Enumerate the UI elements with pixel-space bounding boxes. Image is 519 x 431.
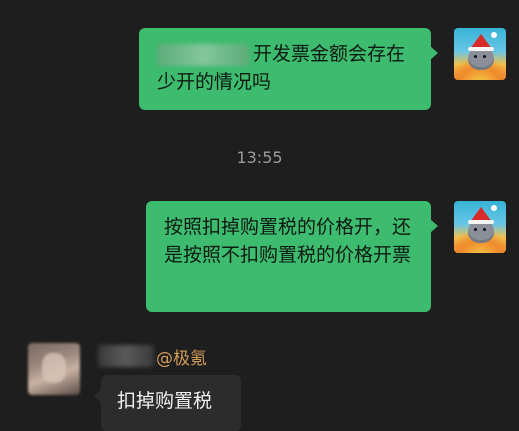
message-text: 按照扣掉购置税的价格开，还是按照不扣购置税的价格开票 bbox=[164, 216, 412, 266]
sent-message-bubble[interactable]: 开发票金额会存在少开的情况吗 bbox=[139, 28, 438, 110]
chat-window: 开发票金额会存在少开的情况吗 13:55 按照扣掉购置税的价格开，还是按照不扣购… bbox=[0, 0, 519, 431]
santa-hat-icon bbox=[468, 34, 494, 51]
message-timestamp: 13:55 bbox=[236, 148, 283, 167]
my-avatar[interactable] bbox=[454, 28, 506, 80]
my-avatar[interactable] bbox=[454, 201, 506, 253]
received-message-bubble[interactable]: 扣掉购置税 bbox=[94, 375, 241, 431]
contact-avatar[interactable] bbox=[28, 343, 80, 395]
message-text: 扣掉购置税 bbox=[117, 390, 213, 412]
santa-hat-icon bbox=[468, 207, 494, 224]
obscured-sender-name bbox=[98, 345, 154, 367]
sender-name-suffix: @极氪 bbox=[156, 348, 207, 369]
sent-message-bubble[interactable]: 按照扣掉购置税的价格开，还是按照不扣购置税的价格开票 bbox=[146, 201, 438, 312]
obscured-text bbox=[157, 43, 249, 66]
sender-name: @极氪 bbox=[98, 343, 207, 369]
